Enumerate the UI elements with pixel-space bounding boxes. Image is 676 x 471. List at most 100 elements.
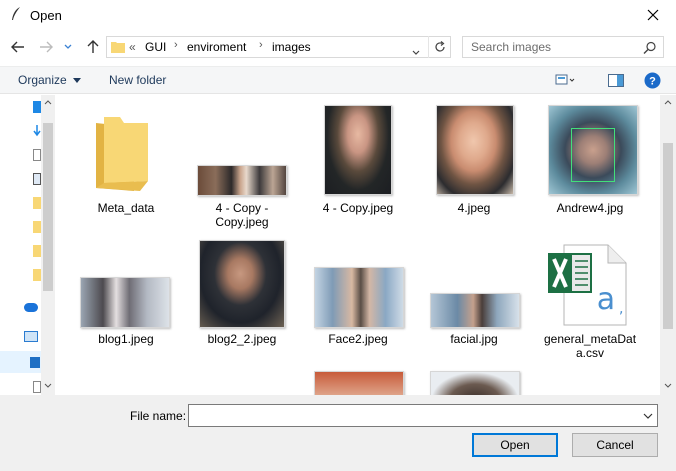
search-placeholder: Search images bbox=[471, 40, 552, 54]
breadcrumb-separator-icon[interactable]: › bbox=[259, 39, 263, 51]
command-bar: Organize New folder ? bbox=[0, 66, 676, 94]
view-icon bbox=[555, 74, 575, 85]
caret-down-icon bbox=[73, 78, 82, 84]
image-thumbnail bbox=[314, 267, 404, 328]
download-icon[interactable] bbox=[33, 125, 41, 137]
title-bar: Open bbox=[0, 0, 676, 30]
image-thumbnail bbox=[80, 277, 170, 328]
scroll-up-icon[interactable] bbox=[44, 100, 52, 105]
window-title: Open bbox=[30, 8, 62, 23]
folder-icon bbox=[111, 42, 125, 53]
folder-icon[interactable] bbox=[33, 245, 41, 257]
file-item[interactable]: Meta_data bbox=[70, 95, 182, 225]
nav-item-icon[interactable] bbox=[33, 101, 41, 113]
breadcrumb-overflow[interactable]: « bbox=[129, 40, 136, 54]
breadcrumb-enviroment[interactable]: enviroment bbox=[187, 40, 246, 54]
image-thumbnail bbox=[436, 105, 514, 195]
image-thumbnail bbox=[324, 105, 392, 195]
breadcrumb-images[interactable]: images bbox=[272, 40, 311, 54]
file-item[interactable] bbox=[418, 369, 530, 395]
file-name: 4 - Copy.jpeg bbox=[322, 201, 394, 215]
content-scroll-thumb[interactable] bbox=[663, 143, 673, 329]
file-name: general_metaDat a.csv bbox=[543, 332, 637, 360]
image-thumbnail bbox=[548, 105, 638, 195]
file-list: Meta_data 4 - Copy - Copy.jpeg 4 - Copy.… bbox=[56, 95, 660, 395]
bottom-panel: File name: Open Cancel bbox=[0, 395, 676, 471]
file-name: Face2.jpeg bbox=[328, 332, 388, 346]
folder-icon[interactable] bbox=[33, 269, 41, 281]
file-name: 4.jpeg bbox=[457, 201, 491, 215]
file-item[interactable]: a , general_metaDat a.csv bbox=[534, 235, 646, 360]
chevron-down-icon bbox=[412, 50, 420, 55]
svg-text:,: , bbox=[619, 301, 623, 317]
folder-icon[interactable] bbox=[33, 197, 41, 209]
address-bar[interactable]: « GUI › enviroment › images bbox=[106, 36, 451, 58]
open-button[interactable]: Open bbox=[472, 433, 558, 457]
file-name: 4 - Copy - Copy.jpeg bbox=[215, 201, 269, 229]
help-icon: ? bbox=[644, 72, 660, 88]
close-icon bbox=[647, 9, 659, 21]
file-name: Andrew4.jpg bbox=[556, 201, 624, 215]
file-name: blog1.jpeg bbox=[98, 332, 154, 346]
file-item[interactable] bbox=[302, 369, 414, 395]
file-name: facial.jpg bbox=[450, 332, 498, 346]
image-thumbnail bbox=[430, 371, 520, 395]
breadcrumb-separator-icon[interactable]: › bbox=[174, 39, 178, 51]
image-thumbnail bbox=[314, 371, 404, 395]
svg-text:a: a bbox=[597, 282, 615, 317]
folder-icon[interactable] bbox=[33, 221, 41, 233]
feather-icon bbox=[12, 7, 20, 20]
image-thumbnail bbox=[430, 293, 520, 328]
preview-pane-button[interactable] bbox=[607, 71, 625, 89]
file-name-label: File name: bbox=[130, 409, 187, 423]
help-button[interactable]: ? bbox=[643, 71, 661, 89]
view-options-button[interactable] bbox=[553, 71, 577, 89]
image-thumbnail bbox=[199, 240, 285, 328]
file-item[interactable]: blog1.jpeg bbox=[56, 235, 170, 355]
file-item[interactable]: facial.jpg bbox=[418, 235, 530, 355]
refresh-button[interactable] bbox=[428, 36, 450, 58]
forward-button[interactable] bbox=[36, 37, 56, 57]
open-dialog: Open « GUI › enviroment › images Search … bbox=[0, 0, 676, 471]
scroll-down-icon[interactable] bbox=[664, 383, 672, 388]
picture-icon[interactable] bbox=[33, 173, 41, 185]
navigation-pane bbox=[0, 95, 55, 395]
organize-label: Organize bbox=[18, 73, 67, 87]
scroll-up-icon[interactable] bbox=[664, 100, 672, 105]
file-item[interactable]: blog2_2.jpeg bbox=[186, 235, 298, 355]
arrow-left-icon bbox=[11, 41, 24, 53]
svg-text:?: ? bbox=[649, 75, 656, 87]
file-name: Meta_data bbox=[97, 201, 155, 215]
scroll-down-icon[interactable] bbox=[44, 383, 52, 388]
document-icon[interactable] bbox=[33, 381, 41, 393]
address-dropdown-button[interactable] bbox=[412, 41, 426, 63]
content-scrollbar[interactable] bbox=[660, 95, 676, 395]
file-name: blog2_2.jpeg bbox=[207, 332, 277, 346]
desktop-icon[interactable] bbox=[30, 357, 40, 368]
cancel-button[interactable]: Cancel bbox=[572, 433, 658, 457]
chevron-down-icon bbox=[64, 44, 72, 49]
arrow-up-icon bbox=[87, 40, 99, 53]
nav-scroll-thumb[interactable] bbox=[43, 123, 53, 291]
breadcrumb-gui[interactable]: GUI bbox=[145, 40, 166, 54]
file-name-field[interactable] bbox=[188, 404, 658, 427]
file-item[interactable]: 4.jpeg bbox=[418, 95, 530, 225]
this-pc-icon[interactable] bbox=[24, 331, 38, 342]
organize-button[interactable]: Organize bbox=[18, 73, 82, 87]
refresh-icon bbox=[434, 41, 445, 52]
new-folder-button[interactable]: New folder bbox=[109, 73, 166, 87]
up-button[interactable] bbox=[83, 37, 103, 57]
file-item[interactable]: Face2.jpeg bbox=[302, 235, 414, 355]
search-input[interactable]: Search images bbox=[462, 36, 664, 58]
close-button[interactable] bbox=[630, 0, 676, 30]
file-item[interactable]: 4 - Copy.jpeg bbox=[302, 95, 414, 225]
file-item[interactable]: 4 - Copy - Copy.jpeg bbox=[186, 95, 298, 229]
chevron-down-icon[interactable] bbox=[643, 411, 653, 421]
nav-scrollbar[interactable] bbox=[41, 95, 55, 395]
image-thumbnail bbox=[197, 165, 287, 196]
recent-locations-button[interactable] bbox=[62, 37, 74, 57]
file-item[interactable]: Andrew4.jpg bbox=[534, 95, 646, 225]
onedrive-icon[interactable] bbox=[24, 303, 38, 312]
back-button[interactable] bbox=[8, 37, 28, 57]
document-icon[interactable] bbox=[33, 149, 41, 161]
